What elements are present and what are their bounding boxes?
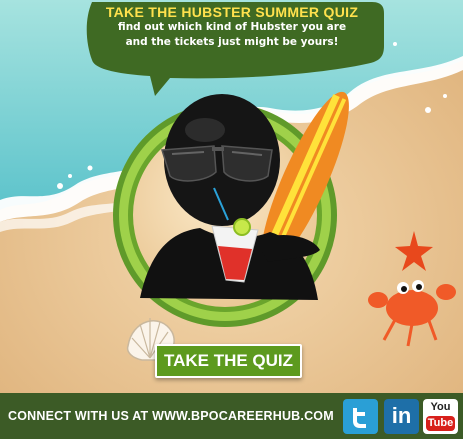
- foam-bubble: [57, 183, 63, 189]
- linkedin-label: in: [391, 403, 412, 428]
- quiz-headline: TAKE THE HUBSTER SUMMER QUIZ: [105, 4, 359, 20]
- take-quiz-button[interactable]: TAKE THE QUIZ: [155, 344, 302, 378]
- footer-connect-text: CONNECT WITH US AT WWW.BPOCAREERHUB.COM: [8, 409, 334, 423]
- speech-bubble-text: TAKE THE HUBSTER SUMMER QUIZ find out wh…: [92, 0, 372, 50]
- foam-bubble: [443, 94, 447, 98]
- twitter-icon[interactable]: [343, 399, 378, 434]
- youtube-icon[interactable]: You Tube: [423, 399, 458, 434]
- foam-bubble: [68, 174, 72, 178]
- youtube-label-you: You: [430, 401, 451, 413]
- youtube-label-tube: Tube: [426, 416, 455, 431]
- foam-bubble: [425, 107, 431, 113]
- quiz-subline-1: find out which kind of Hubster you are: [117, 21, 347, 33]
- foam-bubble: [87, 165, 93, 171]
- quiz-subline-2: and the tickets just might be yours!: [125, 36, 339, 48]
- foam-bubble: [393, 42, 397, 46]
- linkedin-icon[interactable]: in: [384, 399, 419, 434]
- promo-banner: TAKE THE HUBSTER SUMMER QUIZ find out wh…: [0, 0, 463, 439]
